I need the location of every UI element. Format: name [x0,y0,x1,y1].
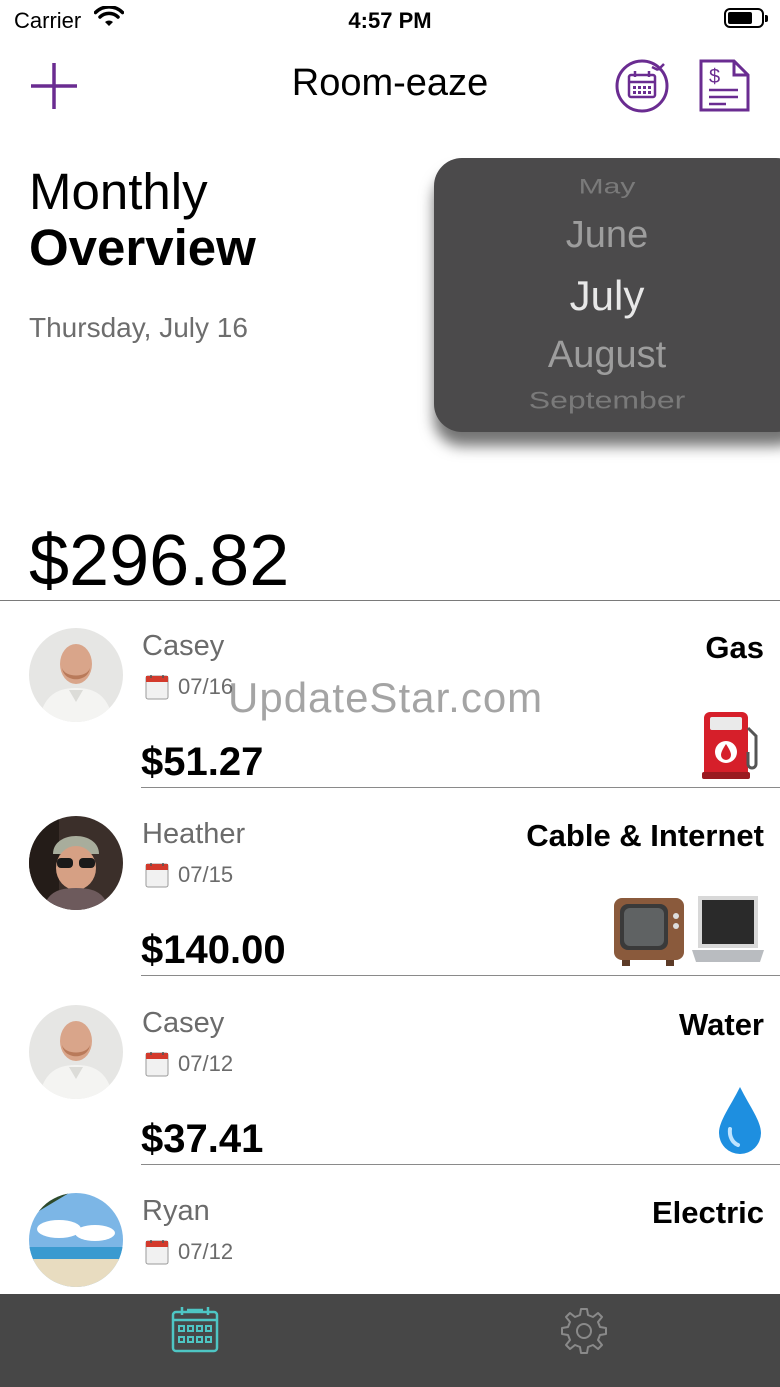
battery-icon [724,8,768,28]
calendar-tab[interactable] [170,1306,220,1354]
dollar-document-button[interactable]: $ [696,58,754,114]
bill-amount: $37.41 [141,1117,264,1161]
bill-amount: $140.00 [141,928,286,972]
month-option[interactable]: June [434,214,780,257]
payer-name: Heather [142,818,246,850]
water-drop-icon [719,1087,761,1154]
payer-name: Ryan [142,1195,210,1227]
overview-title-line1: Monthly [29,163,208,220]
calendar-icon [145,1052,169,1077]
clock: 4:57 PM [348,8,432,33]
calendar-icon [145,1240,169,1265]
bill-category: Cable & Internet [526,818,764,853]
tab-bar [0,1294,780,1387]
due-date: 07/15 [178,862,234,887]
avatar [29,816,123,910]
fuel-pump-icon [702,712,758,779]
due-date: 07/12 [178,1239,234,1264]
month-picker[interactable]: May June July August September [434,158,780,432]
row-divider [141,787,780,788]
settings-tab[interactable] [560,1306,608,1354]
month-option[interactable]: August [434,334,780,377]
overview-title-line2: Overview [29,219,256,276]
monthly-total: $296.82 [29,521,290,601]
watermark: UpdateStar.com [228,674,544,721]
bill-category: Gas [705,630,764,665]
month-option[interactable]: September [434,387,780,415]
month-option[interactable]: May [434,175,780,199]
payer-name: Casey [142,1007,225,1039]
tv-laptop-icon [614,896,764,966]
calendar-icon [145,675,169,700]
bill-row[interactable]: Casey 07/16 $51.27 Gas [0,628,780,816]
avatar [29,628,123,722]
avatar [29,1005,123,1099]
row-divider [141,1164,780,1165]
row-divider [141,975,780,976]
status-bar: Carrier 4:57 PM [0,0,780,40]
bill-category: Water [679,1007,764,1042]
due-date: 07/12 [178,1051,234,1076]
divider [0,600,780,601]
bill-row[interactable]: Heather 07/15 $140.00 Cable & Internet [0,816,780,1004]
due-date: 07/16 [178,674,234,699]
avatar [29,1193,123,1287]
bill-row[interactable]: Casey 07/12 $37.41 Water [0,1005,780,1193]
current-date: Thursday, July 16 [29,312,248,343]
bill-category: Electric [651,1195,764,1230]
calendar-refresh-button[interactable] [614,58,670,114]
svg-text:$: $ [709,66,720,88]
month-option-selected[interactable]: July [434,272,780,320]
bill-amount: $51.27 [141,740,264,784]
calendar-icon [145,863,169,888]
payer-name: Casey [142,630,225,662]
